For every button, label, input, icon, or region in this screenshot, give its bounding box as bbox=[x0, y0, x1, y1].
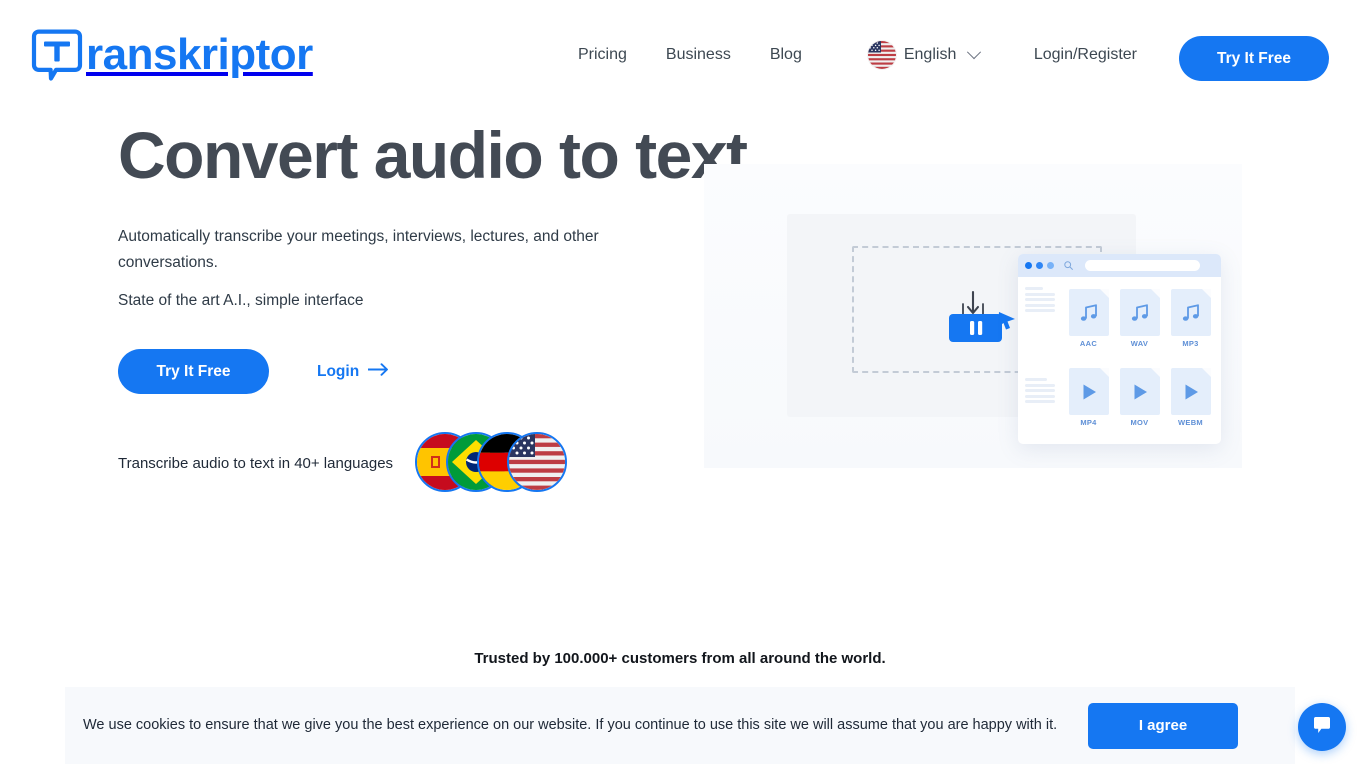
language-label: English bbox=[903, 46, 957, 63]
hero-cta-row: Try It Free Login bbox=[118, 349, 678, 395]
login-register-link[interactable]: Login/Register bbox=[1034, 0, 1137, 110]
file-browser-window: AAC WAV MP3 MP4 MOV WEBM bbox=[1018, 254, 1221, 444]
window-dot-3 bbox=[1047, 262, 1054, 269]
file-label: MOV bbox=[1130, 418, 1149, 427]
play-triangle-icon bbox=[1068, 368, 1109, 415]
nav-item-business[interactable]: Business bbox=[666, 40, 731, 70]
file-card-wav[interactable]: WAV bbox=[1115, 289, 1164, 365]
logo-wordmark: ranskriptor bbox=[86, 30, 313, 79]
file-label: WAV bbox=[1130, 339, 1149, 348]
cookie-agree-button[interactable]: I agree bbox=[1088, 702, 1238, 749]
flag-usa-icon bbox=[507, 432, 568, 492]
cookie-banner-text: We use cookies to ensure that we give yo… bbox=[83, 716, 1058, 733]
try-it-free-button-header[interactable]: Try It Free bbox=[1179, 36, 1329, 81]
browser-url-bar[interactable] bbox=[1085, 260, 1200, 271]
upload-pause-icon bbox=[947, 290, 1017, 348]
logo-speech-bubble-icon bbox=[30, 28, 84, 82]
music-note-icon bbox=[1170, 289, 1211, 336]
music-note-icon bbox=[1068, 289, 1109, 336]
cookie-banner: We use cookies to ensure that we give yo… bbox=[65, 687, 1295, 764]
hero-illustration: AAC WAV MP3 MP4 MOV WEBM bbox=[704, 164, 1242, 468]
music-note-icon bbox=[1119, 289, 1160, 336]
window-dot-2 bbox=[1036, 262, 1043, 269]
flag-us-icon bbox=[867, 41, 896, 69]
primary-nav: Pricing Business Blog English bbox=[578, 0, 982, 110]
hero-subtitle-2: State of the art A.I., simple interface bbox=[118, 292, 364, 310]
trusted-by-text: Trusted by 100.000+ customers from all a… bbox=[474, 650, 886, 667]
chat-widget-button[interactable] bbox=[1298, 703, 1346, 751]
arrow-right-icon bbox=[367, 363, 390, 381]
chevron-down-icon bbox=[967, 45, 982, 60]
file-label: MP4 bbox=[1080, 418, 1097, 427]
hero-content: Convert audio to text Automatically tran… bbox=[118, 118, 748, 395]
nav-item-pricing[interactable]: Pricing bbox=[578, 40, 627, 70]
sidebar-placeholder-lines-top bbox=[1025, 287, 1058, 312]
languages-row: Transcribe audio to text in 40+ language… bbox=[118, 432, 568, 494]
search-icon bbox=[1064, 257, 1073, 275]
browser-title-bar bbox=[1018, 254, 1221, 277]
chat-bubble-icon bbox=[1310, 713, 1334, 742]
file-card-mp3[interactable]: MP3 bbox=[1166, 289, 1215, 365]
file-card-mp4[interactable]: MP4 bbox=[1064, 368, 1113, 444]
file-card-aac[interactable]: AAC bbox=[1064, 289, 1113, 365]
play-triangle-icon bbox=[1170, 368, 1211, 415]
site-header: ranskriptor Pricing Business Blog Englis… bbox=[0, 0, 1360, 110]
logo[interactable]: ranskriptor bbox=[30, 28, 313, 90]
page-title: Convert audio to text bbox=[118, 118, 748, 192]
language-flags-stack bbox=[415, 432, 568, 494]
login-link[interactable]: Login bbox=[317, 363, 390, 381]
sidebar-placeholder-lines-bottom bbox=[1025, 378, 1058, 403]
browser-sidebar bbox=[1018, 287, 1058, 444]
languages-label: Transcribe audio to text in 40+ language… bbox=[118, 454, 394, 472]
hero-subtitle: Automatically transcribe your meetings, … bbox=[118, 228, 599, 272]
language-selector[interactable]: English bbox=[867, 41, 982, 69]
file-card-mov[interactable]: MOV bbox=[1115, 368, 1164, 444]
file-label: AAC bbox=[1079, 339, 1098, 348]
file-label: WEBM bbox=[1178, 418, 1203, 427]
file-card-webm[interactable]: WEBM bbox=[1166, 368, 1215, 444]
file-format-grid: AAC WAV MP3 MP4 MOV WEBM bbox=[1058, 287, 1221, 444]
window-dot-1 bbox=[1025, 262, 1032, 269]
nav-item-blog[interactable]: Blog bbox=[770, 40, 802, 70]
browser-content: AAC WAV MP3 MP4 MOV WEBM bbox=[1018, 277, 1221, 444]
file-label: MP3 bbox=[1182, 339, 1199, 348]
play-triangle-icon bbox=[1119, 368, 1160, 415]
login-link-label: Login bbox=[317, 362, 360, 380]
try-it-free-button-hero[interactable]: Try It Free bbox=[118, 349, 269, 395]
